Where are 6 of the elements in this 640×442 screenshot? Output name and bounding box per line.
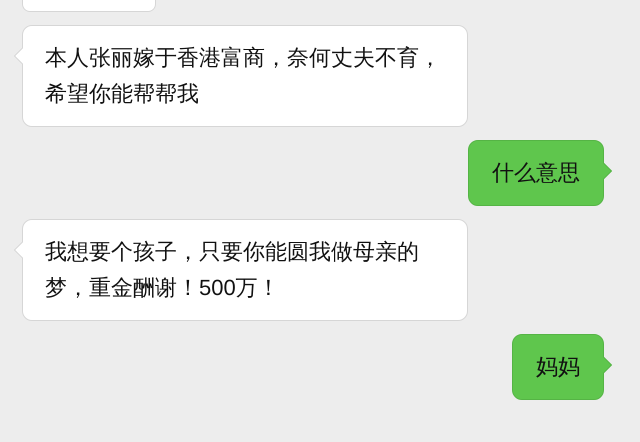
message-text: 梦，重金酬谢！500万！ xyxy=(45,274,280,302)
message-text: 本人张丽嫁于香港富商，奈何丈夫不育， xyxy=(45,44,441,72)
message-text: 希望你能帮帮我 xyxy=(45,80,199,108)
message-text: 什么意思 xyxy=(492,159,580,187)
message-text: 我想要个孩子，只要你能圆我做母亲的 xyxy=(45,238,419,266)
message-text: 妈妈 xyxy=(536,353,580,381)
